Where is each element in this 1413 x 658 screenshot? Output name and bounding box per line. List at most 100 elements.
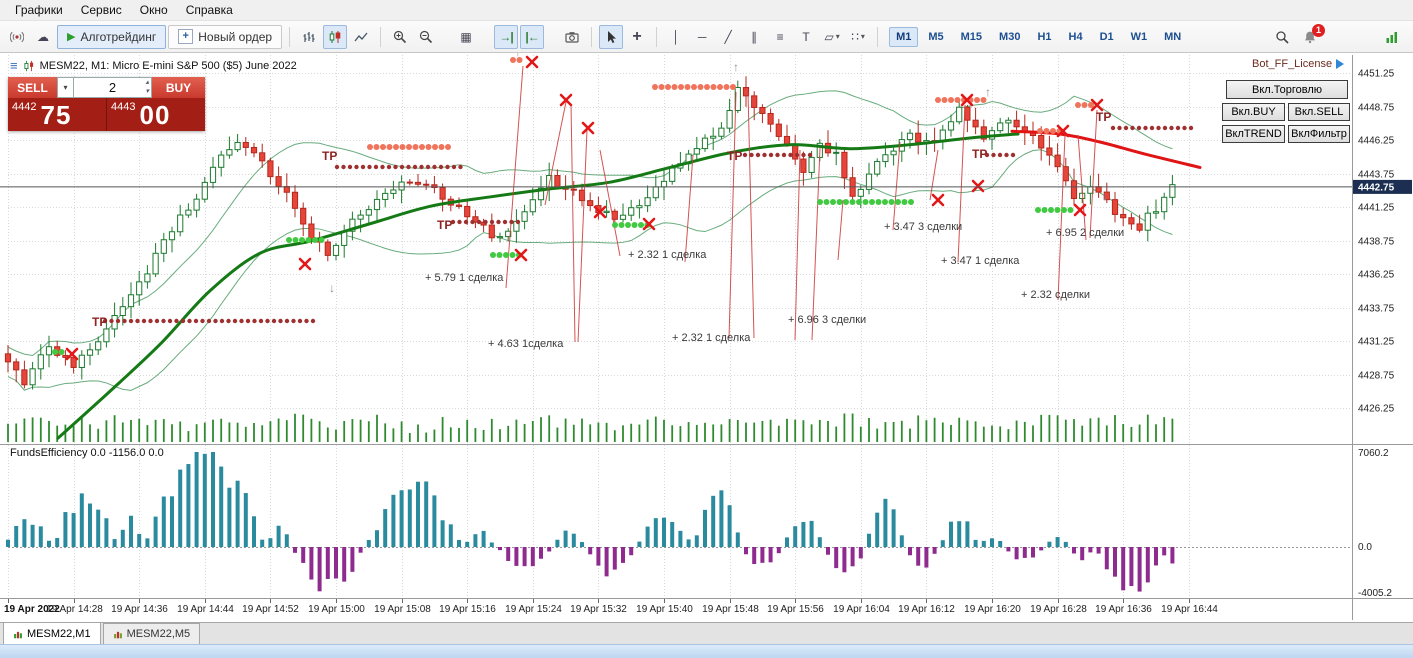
timeframe-w1[interactable]: W1 xyxy=(1124,27,1155,47)
buy-button[interactable]: BUY xyxy=(152,77,205,98)
chart-icon xyxy=(24,60,33,71)
sell-button[interactable]: SELL xyxy=(8,77,57,98)
screenshot-icon[interactable] xyxy=(560,25,584,49)
autoscroll-icon[interactable]: →| xyxy=(494,24,519,49)
step-down-icon[interactable]: ▾ xyxy=(145,87,149,96)
svg-text:19 Apr 15:16: 19 Apr 15:16 xyxy=(439,604,496,615)
algo-trading-label: Алготрейдинг xyxy=(80,29,157,44)
svg-text:19 Apr 16:44: 19 Apr 16:44 xyxy=(1161,604,1218,615)
toolbar-separator xyxy=(380,26,382,47)
bid-price-pips: 75 xyxy=(40,100,72,130)
svg-text:↑: ↑ xyxy=(733,60,739,74)
channel-tool[interactable]: ∥ xyxy=(742,25,766,49)
toggle-filter-button[interactable]: ВклФильтр xyxy=(1288,125,1350,143)
svg-text:19 Apr 15:00: 19 Apr 15:00 xyxy=(308,604,365,615)
svg-text:19 Apr 15:48: 19 Apr 15:48 xyxy=(702,604,759,615)
svg-text:4441.25: 4441.25 xyxy=(1358,203,1395,214)
svg-text:TP: TP xyxy=(727,149,742,163)
chart-title: MESM22, M1: Micro E-mini S&P 500 ($5) Ju… xyxy=(39,59,297,72)
svg-text:+ 3.47 1 сделка: + 3.47 1 сделка xyxy=(941,255,1020,267)
toggle-buy-button[interactable]: Вкл.BUY xyxy=(1222,103,1285,121)
status-strip xyxy=(0,644,1413,658)
svg-text:19 Apr 15:56: 19 Apr 15:56 xyxy=(767,604,824,615)
search-icon[interactable] xyxy=(1270,25,1294,49)
chart-tabs-bar: MESM22,M1 MESM22,M5 xyxy=(0,622,1413,644)
volume-input[interactable]: 2 ▴ ▾ xyxy=(74,77,152,98)
volume-stepper[interactable]: ▴ ▾ xyxy=(145,78,149,96)
svg-text:4436.25: 4436.25 xyxy=(1358,270,1395,281)
zoom-in-icon[interactable] xyxy=(388,25,412,49)
timeframe-d1[interactable]: D1 xyxy=(1093,27,1121,47)
signal-icon[interactable] xyxy=(5,25,29,49)
shapes-tool[interactable]: ▱ ▾ xyxy=(820,25,844,49)
svg-text:-4005.2: -4005.2 xyxy=(1358,588,1392,599)
tab-mesm22-m5[interactable]: MESM22,M5 xyxy=(102,623,201,644)
timeframe-h4[interactable]: H4 xyxy=(1062,27,1090,47)
window-menu-icon[interactable]: ≡ xyxy=(10,58,18,73)
notifications-icon[interactable]: 1 xyxy=(1298,23,1325,49)
moving-averages xyxy=(56,129,1202,440)
timeframe-m5[interactable]: M5 xyxy=(921,27,950,47)
license-label: Bot_FF_License xyxy=(1252,58,1333,70)
new-order-label: Новый ордер xyxy=(198,29,273,44)
send-icon[interactable] xyxy=(1336,59,1345,69)
toggle-trading-button[interactable]: Вкл.Торговлю xyxy=(1226,80,1348,99)
svg-text:4438.75: 4438.75 xyxy=(1358,237,1395,248)
svg-text:7060.2: 7060.2 xyxy=(1358,448,1389,459)
new-order-icon: + xyxy=(178,29,194,44)
svg-text:+ 2.32 1 сделка: + 2.32 1 сделка xyxy=(672,332,751,344)
candlestick-chart-icon[interactable] xyxy=(323,24,348,49)
menu-сервис[interactable]: Сервис xyxy=(72,1,131,19)
tab-mesm22-m1[interactable]: MESM22,M1 xyxy=(3,622,101,644)
toggle-trend-button[interactable]: ВклTREND xyxy=(1222,125,1285,143)
bar-chart-icon[interactable] xyxy=(297,25,321,49)
timeframe-m1[interactable]: M1 xyxy=(889,26,919,47)
cursor-icon[interactable] xyxy=(599,24,624,49)
algo-trading-button[interactable]: ▶ Алготрейдинг xyxy=(57,24,167,49)
bid-quote: 4442 75 xyxy=(8,98,107,131)
new-order-button[interactable]: + Новый ордер xyxy=(168,24,283,49)
svg-text:+ 2.32 1 сделка: + 2.32 1 сделка xyxy=(628,249,707,261)
timeframe-m30[interactable]: M30 xyxy=(992,27,1027,47)
timeframe-mn[interactable]: MN xyxy=(1157,27,1188,47)
chart-levels-icon[interactable] xyxy=(1380,25,1404,49)
menu-справка[interactable]: Справка xyxy=(177,1,242,19)
svg-text:19 Apr 15:40: 19 Apr 15:40 xyxy=(636,604,693,615)
svg-text:19 Apr 14:52: 19 Apr 14:52 xyxy=(242,604,299,615)
svg-text:+ 2.32 сделки: + 2.32 сделки xyxy=(1021,289,1090,301)
zoom-out-icon[interactable] xyxy=(414,25,438,49)
trendline-tool[interactable]: ╱ xyxy=(716,25,740,49)
cloud-icon[interactable]: ☁ xyxy=(31,25,55,49)
timeframe-m15[interactable]: M15 xyxy=(954,27,989,47)
indicator-label: FundsEfficiency 0.0 -1156.0 0.0 xyxy=(10,447,164,459)
line-chart-icon[interactable] xyxy=(349,25,373,49)
chart-shift-icon[interactable]: |← xyxy=(520,24,545,49)
svg-text:19 Apr 15:32: 19 Apr 15:32 xyxy=(570,604,627,615)
chevron-down-icon: ▾ xyxy=(835,32,840,41)
menu-графики[interactable]: Графики xyxy=(6,1,72,19)
step-up-icon[interactable]: ▴ xyxy=(145,78,149,87)
text-tool[interactable]: T xyxy=(794,25,818,49)
menu-окно[interactable]: Окно xyxy=(131,1,177,19)
timeframe-h1[interactable]: H1 xyxy=(1030,27,1058,47)
current-price-tag xyxy=(1353,179,1412,194)
svg-text:+ 5.79 1 сделка: + 5.79 1 сделка xyxy=(425,272,504,284)
svg-text:TP: TP xyxy=(972,147,987,161)
crosshair-icon[interactable]: + xyxy=(625,25,649,49)
toggle-sell-button[interactable]: Вкл.SELL xyxy=(1288,103,1350,121)
price-chart-canvas[interactable]: 7060.2 0.0 -4005.2 FundsEfficiency 0.0 -115… xyxy=(0,0,1413,658)
toolbar: ☁ ▶ Алготрейдинг + Новый ордер ▦ →| |← +… xyxy=(0,21,1413,53)
tab-label: MESM22,M1 xyxy=(27,627,91,640)
objects-tool[interactable]: ∷ ▾ xyxy=(846,25,870,49)
volume-dropdown[interactable]: ▾ xyxy=(57,77,74,98)
svg-text:19 Apr 16:28: 19 Apr 16:28 xyxy=(1030,604,1087,615)
svg-text:4443.75: 4443.75 xyxy=(1358,170,1395,181)
vertical-line-tool[interactable]: │ xyxy=(664,25,688,49)
horizontal-line-tool[interactable]: ─ xyxy=(690,25,714,49)
grid-icon[interactable]: ▦ xyxy=(454,25,478,49)
fibonacci-tool[interactable]: ≡ xyxy=(768,25,792,49)
svg-text:↓: ↓ xyxy=(329,281,335,295)
play-icon: ▶ xyxy=(67,31,76,43)
svg-text:4448.75: 4448.75 xyxy=(1358,103,1395,114)
svg-text:4431.25: 4431.25 xyxy=(1358,337,1395,348)
